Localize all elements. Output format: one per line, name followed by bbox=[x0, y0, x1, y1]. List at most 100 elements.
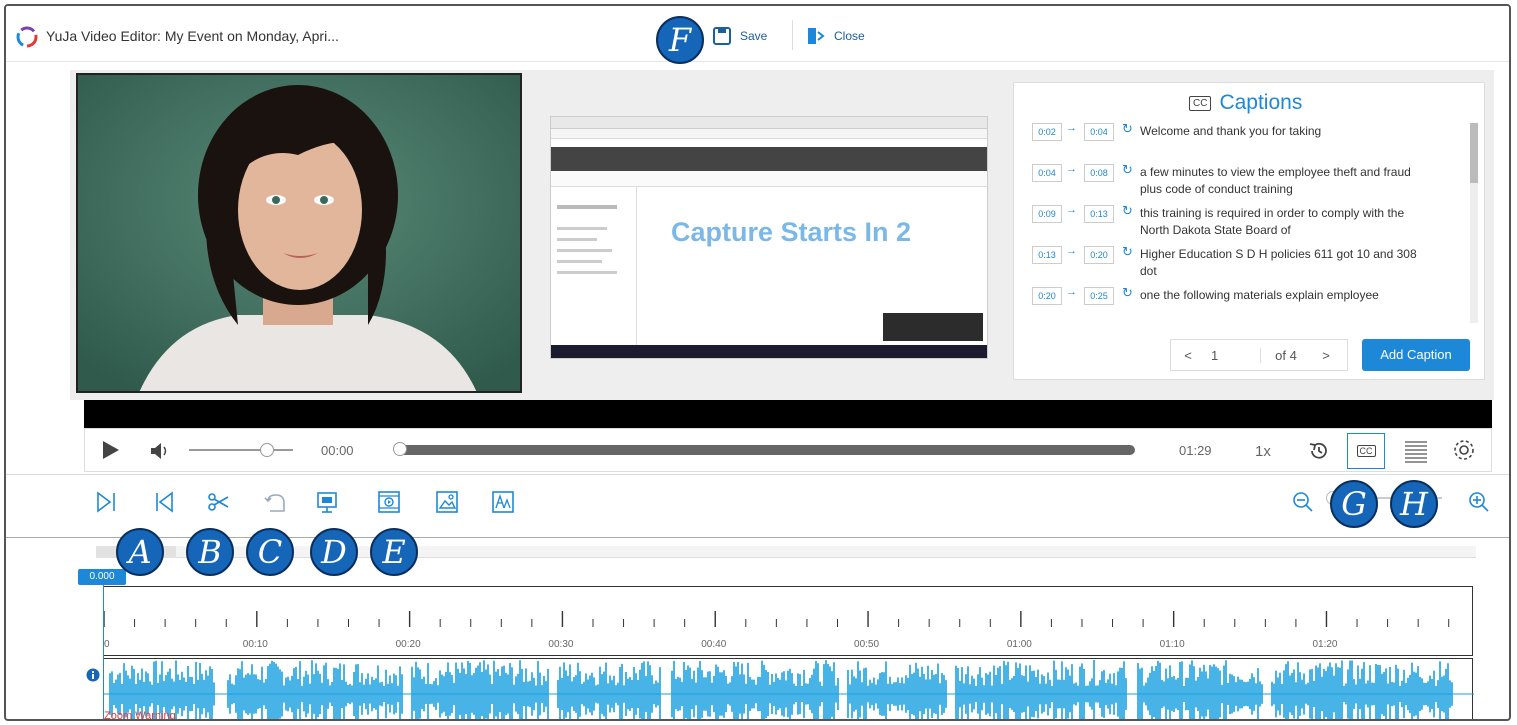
caption-end-time[interactable]: 0:25 bbox=[1084, 287, 1114, 305]
speed-button[interactable]: 1x bbox=[1255, 443, 1271, 460]
webcam-video bbox=[76, 73, 522, 393]
captions-title: Captions bbox=[1219, 91, 1303, 114]
cc-toggle-icon: CC bbox=[1356, 445, 1376, 457]
ruler-label: 00:40 bbox=[701, 639, 726, 650]
badge-b: B bbox=[186, 528, 234, 576]
arrow-right-icon: → bbox=[1066, 163, 1077, 175]
yuja-logo-icon bbox=[16, 26, 38, 48]
caption-start-time[interactable]: 0:09 bbox=[1032, 205, 1062, 223]
caption-start-time[interactable]: 0:04 bbox=[1032, 164, 1062, 182]
caption-row[interactable]: 0:13 → 0:20 ↻ Higher Education S D H policie… bbox=[1014, 242, 1454, 283]
zoom-in-icon[interactable] bbox=[1466, 489, 1492, 515]
insert-video-icon[interactable] bbox=[376, 489, 402, 515]
current-time: 00:00 bbox=[321, 443, 354, 458]
transcript-list-icon[interactable] bbox=[1403, 439, 1429, 463]
capture-countdown: Capture Starts In 2 bbox=[670, 217, 912, 247]
caption-end-time[interactable]: 0:04 bbox=[1084, 123, 1114, 141]
ruler-label: 01:20 bbox=[1312, 639, 1337, 650]
badge-a: A bbox=[116, 528, 164, 576]
close-button[interactable]: Close bbox=[806, 24, 865, 48]
browser-address-bar bbox=[551, 129, 987, 139]
volume-slider[interactable] bbox=[189, 443, 293, 457]
undo-icon[interactable] bbox=[262, 489, 288, 515]
caption-end-time[interactable]: 0:08 bbox=[1084, 164, 1114, 182]
caption-text[interactable]: Higher Education S D H policies 611 got … bbox=[1140, 246, 1422, 280]
caption-start-time[interactable]: 0:13 bbox=[1032, 246, 1062, 264]
toolbar-divider bbox=[792, 20, 793, 50]
captions-toggle-button[interactable]: CC bbox=[1347, 433, 1385, 469]
zoom-warning: Zoom Warning bbox=[104, 710, 176, 721]
caption-row[interactable]: 0:04 → 0:08 ↻ a few minutes to view the empl… bbox=[1014, 160, 1454, 201]
caption-start-time[interactable]: 0:02 bbox=[1032, 123, 1062, 141]
badge-e: E bbox=[370, 528, 418, 576]
volume-icon[interactable] bbox=[149, 441, 173, 461]
playhead-time[interactable]: 0.000 bbox=[78, 569, 126, 585]
add-caption-button[interactable]: Add Caption bbox=[1362, 339, 1470, 371]
sync-icon[interactable]: ↻ bbox=[1122, 162, 1133, 178]
caption-start-time[interactable]: 0:20 bbox=[1032, 287, 1062, 305]
sync-icon[interactable]: ↻ bbox=[1122, 244, 1133, 260]
cc-icon: CC bbox=[1189, 95, 1212, 111]
caption-text[interactable]: this training is required in order to co… bbox=[1140, 205, 1422, 239]
skip-to-start-icon[interactable] bbox=[152, 489, 178, 515]
caption-pager: < 1 of 4 > bbox=[1170, 339, 1348, 371]
screen-capture-video: Capture Starts In 2 bbox=[550, 116, 988, 359]
site-header bbox=[551, 147, 987, 171]
presentation-slide-icon[interactable] bbox=[314, 489, 340, 515]
editor-toolbar bbox=[6, 474, 1509, 538]
arrow-right-icon: → bbox=[1066, 122, 1077, 134]
caption-text[interactable]: a few minutes to view the employee theft… bbox=[1140, 164, 1422, 198]
video-letterbox bbox=[84, 400, 1492, 428]
sync-icon[interactable]: ↻ bbox=[1122, 285, 1133, 301]
timeline-ruler[interactable]: 0 00:10 00:20 00:30 00:40 00:50 01:00 01:10 01:2… bbox=[103, 586, 1473, 656]
badge-f: F bbox=[656, 16, 704, 64]
site-sidebar bbox=[551, 187, 637, 345]
caption-row[interactable]: 0:02 → 0:04 ↻ Welcome and thank you for taki… bbox=[1014, 119, 1454, 160]
captions-panel: CC Captions 0:02 → 0:04 ↻ Welcome and thank … bbox=[1013, 82, 1485, 380]
audio-waveform bbox=[104, 660, 1474, 719]
arrow-right-icon: → bbox=[1066, 286, 1077, 298]
captions-scrollbar[interactable] bbox=[1470, 123, 1478, 323]
info-icon[interactable] bbox=[86, 668, 100, 682]
caption-end-time[interactable]: 0:20 bbox=[1084, 246, 1114, 264]
history-icon[interactable] bbox=[1307, 439, 1331, 463]
save-icon bbox=[713, 27, 731, 45]
taskbar bbox=[551, 345, 987, 358]
audio-waveform-track[interactable] bbox=[103, 658, 1474, 719]
playhead-line[interactable] bbox=[103, 585, 104, 719]
ruler-label: 01:10 bbox=[1160, 639, 1185, 650]
caption-row[interactable]: 0:09 → 0:13 ↻ this training is required in o… bbox=[1014, 201, 1454, 242]
save-button[interactable]: Save bbox=[712, 24, 767, 48]
scissors-cut-icon[interactable] bbox=[206, 489, 232, 515]
badge-g: G bbox=[1330, 480, 1378, 528]
caption-text[interactable]: one the following materials explain empl… bbox=[1140, 287, 1422, 304]
title-bar: YuJa Video Editor: My Event on Monday, A… bbox=[6, 6, 1509, 62]
seek-knob[interactable] bbox=[393, 442, 407, 456]
caption-text[interactable]: Welcome and thank you for taking bbox=[1140, 123, 1422, 140]
ruler-label: 00:10 bbox=[243, 639, 268, 650]
text-overlay-icon[interactable] bbox=[490, 489, 516, 515]
sync-icon[interactable]: ↻ bbox=[1122, 121, 1133, 137]
close-label: Close bbox=[834, 29, 865, 43]
ruler-label: 01:00 bbox=[1007, 639, 1032, 650]
zoom-out-icon[interactable] bbox=[1290, 489, 1316, 515]
skip-to-end-icon[interactable] bbox=[94, 489, 120, 515]
ruler-label: 00:30 bbox=[548, 639, 573, 650]
badge-c: C bbox=[246, 528, 294, 576]
settings-gear-icon[interactable] bbox=[1451, 437, 1477, 463]
caption-end-time[interactable]: 0:13 bbox=[1084, 205, 1114, 223]
volume-knob[interactable] bbox=[260, 443, 274, 457]
sync-icon[interactable]: ↻ bbox=[1122, 203, 1133, 219]
timeline-scrollbar[interactable] bbox=[96, 546, 1476, 558]
presenter-image bbox=[78, 75, 520, 391]
ruler-label: 0 bbox=[104, 639, 110, 650]
play-icon[interactable] bbox=[99, 439, 121, 461]
pager-next-button[interactable]: > bbox=[1311, 348, 1341, 363]
seek-bar[interactable] bbox=[393, 442, 1135, 456]
pager-page-input[interactable]: 1 bbox=[1205, 347, 1261, 363]
pager-prev-button[interactable]: < bbox=[1171, 348, 1205, 363]
caption-row[interactable]: 0:20 → 0:25 ↻ one the following materials ex… bbox=[1014, 283, 1454, 324]
ruler-ticks: 0 00:10 00:20 00:30 00:40 00:50 01:00 01:10 01:2… bbox=[103, 611, 1450, 650]
badge-h: H bbox=[1390, 480, 1438, 528]
insert-image-icon[interactable] bbox=[434, 489, 460, 515]
